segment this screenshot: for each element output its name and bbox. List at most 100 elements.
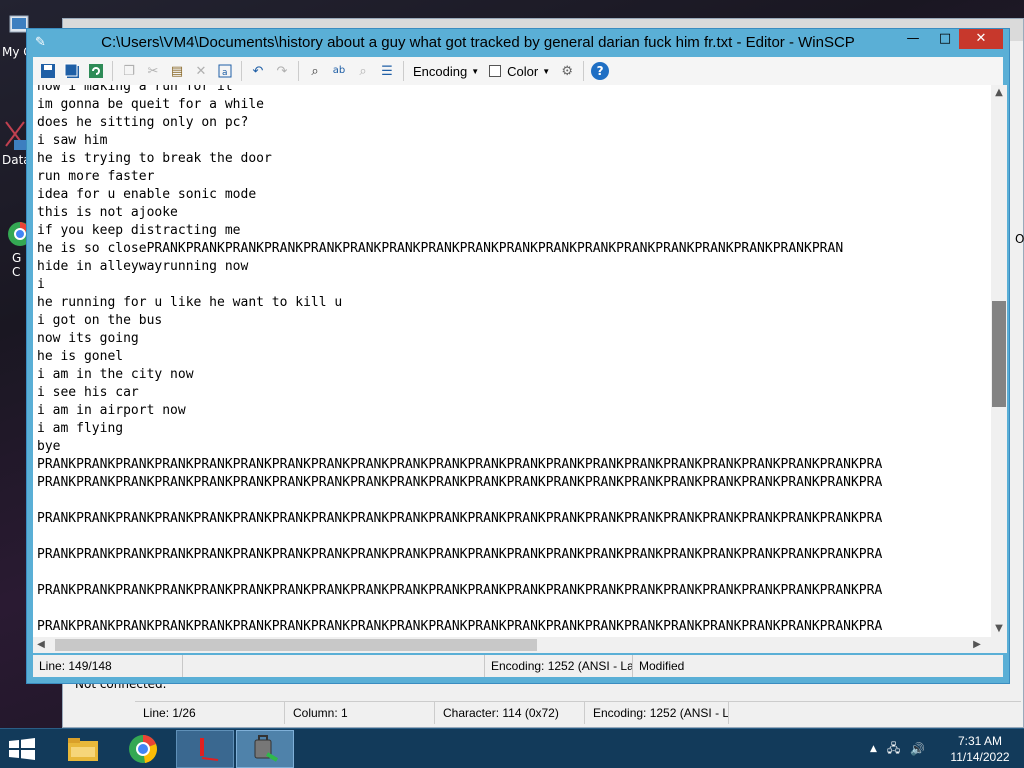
text-lines: now i making a run for it im gonna be que… xyxy=(37,85,882,636)
encoding-dropdown[interactable]: Encoding ▼ xyxy=(409,64,483,79)
scroll-left-icon[interactable]: ◀ xyxy=(33,637,49,653)
encoding-label: Encoding xyxy=(413,63,468,79)
bg-status-line: Line: 1/26 xyxy=(135,702,285,724)
window-title: C:\Users\VM4\Documents\history about a g… xyxy=(101,34,855,51)
gear-icon[interactable]: ⚙ xyxy=(556,60,578,82)
volume-icon[interactable]: 🔊 xyxy=(910,742,925,756)
text-line: idea for u enable sonic mode xyxy=(37,187,257,202)
save-icon[interactable] xyxy=(37,60,59,82)
system-tray: ▲ 🖧 🔊 xyxy=(870,729,925,768)
start-button[interactable] xyxy=(8,737,38,761)
save-all-icon[interactable] xyxy=(61,60,83,82)
text-line: now i making a run for it xyxy=(37,85,233,94)
bg-status-column: Column: 1 xyxy=(285,702,435,724)
text-line: PRANKPRANKPRANKPRANKPRANKPRANKPRANKPRANK… xyxy=(37,619,883,634)
folder-icon xyxy=(68,738,98,761)
help-icon: ? xyxy=(591,62,610,80)
color-swatch xyxy=(489,65,502,77)
chevron-down-icon: ▼ xyxy=(471,66,480,76)
text-line: now its going xyxy=(37,331,139,346)
select-all-icon[interactable]: a xyxy=(214,60,236,82)
toolbar-separator xyxy=(298,61,299,81)
toolbar-separator xyxy=(583,61,585,81)
taskbar: ▲ 🖧 🔊 7:31 AM 11/14/2022 xyxy=(0,728,1024,768)
text-line: im gonna be queit for a while xyxy=(37,97,264,112)
vertical-scroll-thumb[interactable] xyxy=(992,301,1006,407)
find-icon[interactable]: ⌕ xyxy=(304,60,326,82)
text-line xyxy=(37,492,882,510)
text-line xyxy=(37,564,882,582)
app-icon xyxy=(200,738,219,761)
text-line: he is so closePRANKPRANKPRANKPRANKPRANKP… xyxy=(37,241,844,256)
status-line: Line: 149/148 xyxy=(33,655,183,677)
reload-icon[interactable] xyxy=(85,60,107,82)
minimize-button[interactable]: — xyxy=(897,29,929,49)
help-button[interactable]: ? xyxy=(589,60,611,82)
taskbar-chrome[interactable] xyxy=(114,730,172,768)
text-line: run more faster xyxy=(37,169,155,184)
chrome-icon xyxy=(129,735,157,763)
taskbar-file-explorer[interactable] xyxy=(54,730,112,768)
text-line: if you keep distracting me xyxy=(37,223,241,238)
text-line: he is gonel xyxy=(37,349,124,364)
toolbar-separator xyxy=(241,61,242,81)
background-status-bar: Line: 1/26 Column: 1 Character: 114 (0x7… xyxy=(135,701,1021,725)
clock[interactable]: 7:31 AM 11/14/2022 xyxy=(944,733,1016,765)
text-line: i am in airport now xyxy=(37,403,186,418)
chevron-down-icon: ▼ xyxy=(542,66,551,76)
delete-icon[interactable]: ✕ xyxy=(190,60,212,82)
chevron-up-icon[interactable]: ▲ xyxy=(870,744,877,754)
network-icon[interactable]: 🖧 xyxy=(887,739,900,760)
svg-text:a: a xyxy=(222,68,228,78)
status-empty xyxy=(183,655,485,677)
taskbar-app[interactable] xyxy=(176,730,234,768)
goto-line-icon[interactable]: ☰ xyxy=(376,60,398,82)
text-line: hide in alleywayrunning now xyxy=(37,259,249,274)
winscp-icon xyxy=(254,735,279,762)
find-next-icon[interactable]: ⌕ xyxy=(352,60,374,82)
clock-time: 7:31 AM xyxy=(957,734,1003,748)
maximize-button[interactable]: □ xyxy=(929,29,961,49)
text-line: he is trying to break the door xyxy=(37,151,272,166)
redo-icon[interactable]: ↷ xyxy=(271,60,293,82)
copy-icon[interactable]: ❐ xyxy=(118,60,140,82)
cut-icon[interactable]: ✂ xyxy=(142,60,164,82)
text-line: does he sitting only on pc? xyxy=(37,115,249,130)
clock-date: 11/14/2022 xyxy=(950,750,1010,764)
desktop: My C Data G C Ov Not connected. Line: 1/… xyxy=(0,0,1024,728)
text-line: PRANKPRANKPRANKPRANKPRANKPRANKPRANKPRANK… xyxy=(37,457,883,472)
undo-icon[interactable]: ↶ xyxy=(247,60,269,82)
text-line: PRANKPRANKPRANKPRANKPRANKPRANKPRANKPRANK… xyxy=(37,583,883,598)
vertical-scrollbar[interactable]: ▲ ▼ xyxy=(991,85,1007,637)
close-button[interactable]: ✕ xyxy=(959,29,1003,49)
scroll-down-icon[interactable]: ▼ xyxy=(991,621,1007,637)
status-encoding: Encoding: 1252 (ANSI - La xyxy=(485,655,633,677)
text-line: i am in the city now xyxy=(37,367,194,382)
text-line: PRANKPRANKPRANKPRANKPRANKPRANKPRANKPRANK… xyxy=(37,547,883,562)
text-line: PRANKPRANKPRANKPRANKPRANKPRANKPRANKPRANK… xyxy=(37,511,883,526)
text-line: i am flying xyxy=(37,421,124,436)
editor-toolbar: ❐ ✂ ▤ ✕ a ↶ ↷ ⌕ ab ⌕ ☰ Encoding ▼ Color ▼ … xyxy=(33,57,1003,85)
background-side-text: Ov xyxy=(1015,232,1024,246)
taskbar-winscp[interactable] xyxy=(236,730,294,768)
horizontal-scroll-thumb[interactable] xyxy=(55,639,537,651)
scrollbar-corner xyxy=(991,637,1007,653)
windows-logo-icon xyxy=(9,738,35,760)
scroll-right-icon[interactable]: ▶ xyxy=(969,637,985,653)
scroll-up-icon[interactable]: ▲ xyxy=(991,85,1007,101)
text-editor-area[interactable]: now i making a run for it im gonna be que… xyxy=(33,85,991,637)
editor-status-bar: Line: 149/148 Encoding: 1252 (ANSI - La … xyxy=(33,655,1003,677)
horizontal-scrollbar[interactable]: ◀ ▶ xyxy=(33,637,991,653)
toolbar-separator xyxy=(112,61,113,81)
color-label: Color xyxy=(507,63,539,79)
editor-titlebar[interactable]: ✎ C:\Users\VM4\Documents\history about a… xyxy=(27,29,1009,57)
text-line: i see his car xyxy=(37,385,139,400)
color-dropdown[interactable]: Color ▼ xyxy=(485,64,554,79)
editor-window: ✎ C:\Users\VM4\Documents\history about a… xyxy=(26,28,1010,684)
bg-status-character: Character: 114 (0x72) xyxy=(435,702,585,724)
replace-icon[interactable]: ab xyxy=(328,60,350,82)
text-line: he running for u like he want to kill u xyxy=(37,295,343,310)
paste-icon[interactable]: ▤ xyxy=(166,60,188,82)
text-line xyxy=(37,600,882,618)
text-line: this is not ajooke xyxy=(37,205,178,220)
